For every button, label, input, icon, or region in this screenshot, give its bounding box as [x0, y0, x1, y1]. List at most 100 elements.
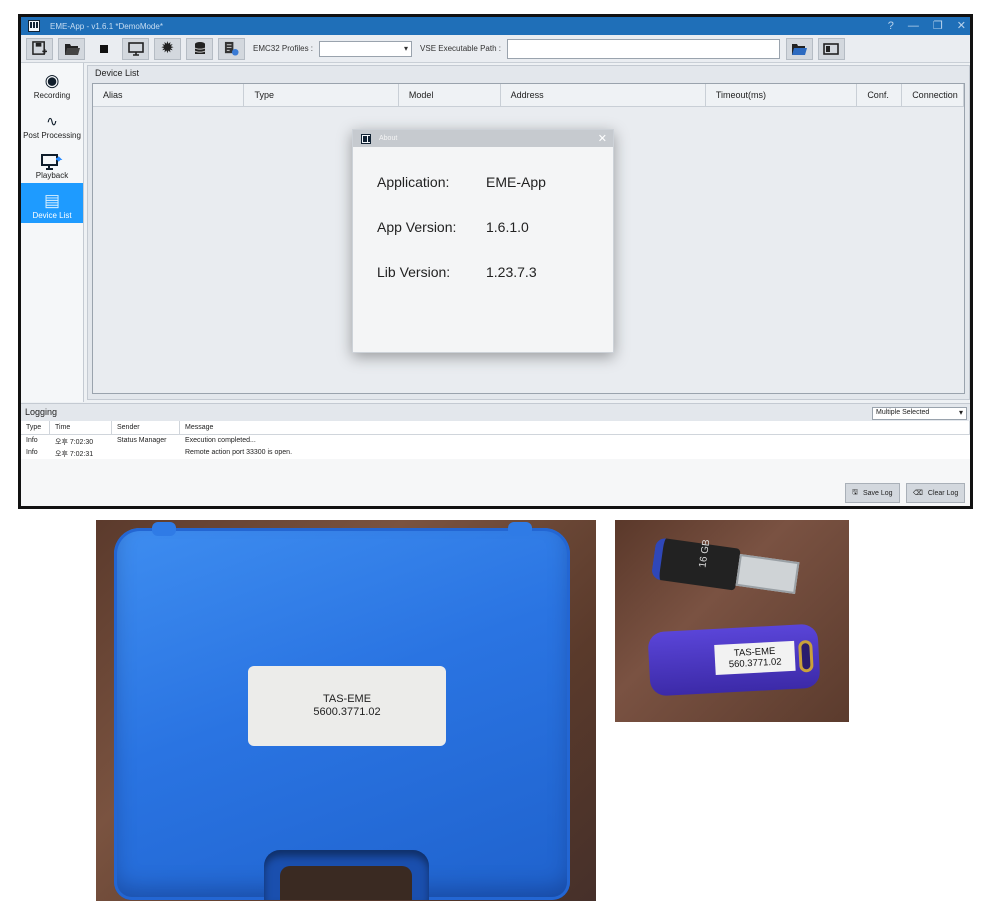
about-lib-version-value: 1.23.7.3 — [486, 264, 537, 280]
database-button[interactable] — [186, 37, 213, 60]
sidebar-item-playback[interactable]: Playback — [21, 143, 83, 183]
sidebar: ◉ Recording ∿ Post Processing Playback ▤… — [21, 63, 84, 402]
log-cell-type: Info — [26, 449, 38, 456]
log-row[interactable]: Info 오후 7:02:31 Remote action port 33300… — [21, 447, 970, 459]
table-header: Alias Type Model Address Timeout(ms) Con… — [93, 84, 964, 107]
record-icon: ◉ — [44, 71, 60, 90]
column-header-timeout[interactable]: Timeout(ms) — [706, 84, 858, 106]
settings-button[interactable]: ✹ — [154, 37, 181, 60]
column-header-connection[interactable]: Connection — [902, 84, 964, 106]
column-header-address[interactable]: Address — [501, 84, 706, 106]
folder-open-icon — [64, 43, 80, 55]
sidebar-item-label: Recording — [33, 91, 71, 100]
vse-path-label: VSE Executable Path : — [420, 44, 501, 53]
monitor-icon — [127, 41, 144, 56]
maximize-button[interactable]: ❐ — [933, 17, 943, 35]
column-header-alias[interactable]: Alias — [93, 84, 245, 106]
about-dialog: About ✕ Application: EME-App App Version… — [352, 129, 614, 353]
sidebar-item-label: Device List — [32, 211, 72, 220]
photo-usb-dongle: 16 GB TAS-EME 560.3771.02 — [615, 520, 849, 722]
about-application-key: Application: — [377, 174, 450, 190]
sidebar-item-post-processing[interactable]: ∿ Post Processing — [21, 103, 83, 143]
data-export-button[interactable] — [218, 37, 245, 60]
about-lib-version-key: Lib Version: — [377, 264, 451, 280]
log-column-message[interactable]: Message — [180, 421, 970, 434]
panel-title: Device List — [95, 68, 140, 78]
about-app-version-key: App Version: — [377, 219, 457, 235]
usb-body: 16 GB — [650, 537, 741, 591]
log-column-time[interactable]: Time — [50, 421, 112, 434]
log-cell-sender — [112, 447, 180, 459]
emc32-profiles-label: EMC32 Profiles : — [253, 44, 314, 53]
browse-vse-button[interactable] — [785, 37, 813, 60]
eraser-icon: ⌫ — [913, 490, 923, 497]
minimize-button[interactable]: — — [908, 17, 919, 35]
case-hinge — [508, 522, 532, 536]
log-cell-time: 오후 7:02:31 — [55, 451, 94, 458]
about-lib-version-row: Lib Version: 1.23.7.3 — [377, 264, 537, 280]
sidebar-item-recording[interactable]: ◉ Recording — [21, 63, 83, 103]
close-button[interactable]: ✕ — [957, 17, 966, 35]
monitor-playback-icon — [41, 154, 63, 170]
case-label: TAS-EME 5600.3771.02 — [248, 666, 446, 746]
photo-blue-case: TAS-EME 5600.3771.02 — [96, 520, 596, 901]
folder-open-icon — [792, 43, 808, 55]
emc32-profiles-dropdown[interactable] — [319, 40, 413, 57]
column-header-model[interactable]: Model — [399, 84, 501, 106]
save-icon: 🖫 — [852, 488, 858, 496]
device-list-icon: ▤ — [43, 191, 61, 210]
stop-button[interactable] — [90, 38, 117, 60]
log-column-sender[interactable]: Sender — [112, 421, 180, 434]
log-row[interactable]: Info 오후 7:02:30 Status Manager Execution… — [21, 435, 970, 447]
license-dongle: TAS-EME 560.3771.02 — [647, 623, 821, 697]
title-bar: EME-App - v1.6.1 *DemoMode* ? — ❐ ✕ — [21, 17, 970, 35]
save-log-button[interactable]: 🖫 Save Log — [845, 483, 900, 503]
window-controls: ? — ❐ ✕ — [888, 17, 966, 35]
case-hinge — [152, 522, 176, 536]
usb-connector — [735, 553, 800, 594]
clear-log-label: Clear Log — [927, 489, 959, 497]
vse-launch-button[interactable] — [817, 37, 845, 60]
log-cell-message: Execution completed... — [185, 437, 256, 444]
window-panel-icon — [823, 42, 840, 55]
about-close-icon[interactable]: ✕ — [598, 132, 607, 145]
usb-capacity-label: 16 GB — [697, 538, 713, 569]
log-column-type[interactable]: Type — [21, 421, 50, 434]
app-window: EME-App - v1.6.1 *DemoMode* ? — ❐ ✕ ✹ EM… — [18, 14, 973, 509]
gear-icon: ✹ — [160, 39, 175, 57]
log-cell-time: 오후 7:02:30 — [55, 439, 94, 446]
dongle-label: TAS-EME 560.3771.02 — [714, 640, 796, 675]
log-cell-message: Remote action port 33300 is open. — [185, 449, 293, 456]
logging-title: Logging — [25, 407, 58, 417]
new-project-button[interactable] — [26, 37, 53, 60]
case-label-line1: TAS-EME — [322, 693, 372, 705]
stop-icon — [99, 44, 108, 53]
vse-path-input[interactable] — [506, 38, 780, 59]
document-export-icon — [224, 41, 239, 56]
logging-header: Logging Multiple Selected — [21, 403, 970, 421]
column-header-type[interactable]: Type — [244, 84, 399, 106]
sidebar-item-device-list[interactable]: ▤ Device List — [21, 183, 83, 223]
log-filter-dropdown[interactable]: Multiple Selected — [872, 407, 967, 420]
about-app-version-row: App Version: 1.6.1.0 — [377, 219, 529, 235]
usb-flash-drive: 16 GB — [650, 537, 800, 597]
log-table-header: Type Time Sender Message — [21, 421, 970, 435]
case-handle — [264, 850, 429, 900]
open-folder-button[interactable] — [58, 37, 85, 60]
toolbar: ✹ EMC32 Profiles : VSE Executable Path : — [21, 35, 970, 63]
about-application-value: EME-App — [486, 174, 546, 190]
database-icon — [194, 42, 205, 54]
display-button[interactable] — [122, 37, 149, 60]
clear-log-button[interactable]: ⌫ Clear Log — [906, 483, 966, 503]
about-app-version-value: 1.6.1.0 — [486, 219, 529, 235]
help-icon[interactable]: ? — [888, 17, 894, 35]
app-logo-icon — [361, 133, 371, 144]
about-title: About — [379, 135, 398, 142]
save-log-label: Save Log — [862, 489, 893, 497]
sidebar-item-label: Post Processing — [23, 131, 81, 140]
dongle-keyring — [798, 639, 814, 673]
column-header-conf[interactable]: Conf. — [857, 84, 903, 106]
waveform-icon: ∿ — [46, 113, 58, 129]
sidebar-item-label: Playback — [35, 171, 69, 180]
log-cell-sender: Status Manager — [117, 437, 167, 444]
